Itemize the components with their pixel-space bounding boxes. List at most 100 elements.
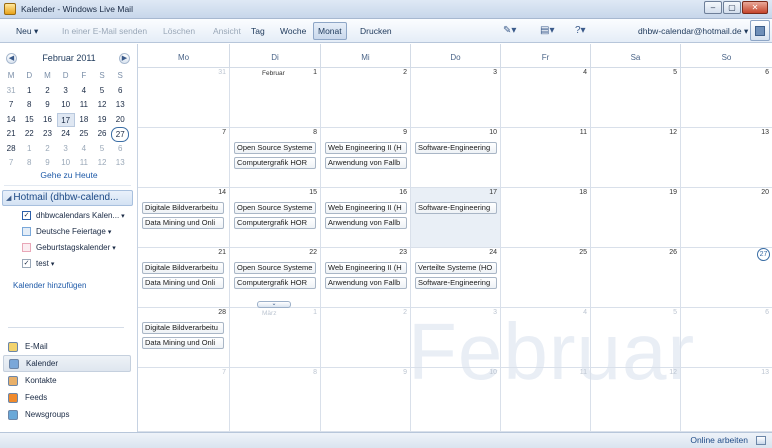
mini-day[interactable]: 12 <box>93 98 111 113</box>
day-cell[interactable]: 6 <box>680 68 772 128</box>
print-button[interactable]: Drucken <box>360 24 392 38</box>
calendar-item[interactable]: ✓ test ▾ <box>22 257 54 270</box>
mini-day[interactable]: 28 <box>2 142 20 157</box>
brush-icon[interactable]: ✎▾ <box>503 24 516 38</box>
day-cell[interactable]: 13 <box>680 128 772 188</box>
mini-day[interactable]: 21 <box>2 127 20 142</box>
calendar-event[interactable]: Computergrafik HOR <box>234 217 316 229</box>
nav-item-kalender[interactable]: Kalender <box>3 355 131 372</box>
mini-day[interactable]: 7 <box>2 156 20 171</box>
day-cell[interactable]: 10 Software-Engineering <box>410 128 500 188</box>
day-cell[interactable]: 12 <box>590 368 680 432</box>
calendar-event[interactable]: Software-Engineering <box>415 202 497 214</box>
day-cell[interactable]: 17 Software-Engineering <box>410 188 500 248</box>
day-cell[interactable]: 9 <box>320 368 410 432</box>
checkbox-checked[interactable]: ✓ <box>22 259 31 268</box>
mini-day[interactable]: 7 <box>2 98 20 113</box>
day-cell[interactable]: 25 <box>500 248 590 308</box>
checkbox[interactable] <box>22 243 31 252</box>
help-icon[interactable]: ?▾ <box>575 24 586 38</box>
mini-day[interactable]: 11 <box>75 156 93 171</box>
mini-day[interactable]: 10 <box>57 156 75 171</box>
checkbox-checked[interactable]: ✓ <box>22 211 31 220</box>
nav-item-newsgroups[interactable]: Newsgroups <box>3 406 131 423</box>
delete-button[interactable]: Löschen <box>163 24 195 38</box>
nav-item-kontakte[interactable]: Kontakte <box>3 372 131 389</box>
mini-day[interactable]: 19 <box>93 113 111 128</box>
account-menu[interactable]: dhbw-calendar@hotmail.de ▾ <box>638 24 748 38</box>
calendar-event[interactable]: Verteilte Systeme (HO <box>415 262 497 274</box>
day-cell[interactable]: 19 <box>590 188 680 248</box>
account-picture-button[interactable] <box>750 20 770 41</box>
day-cell[interactable]: 7 <box>138 368 229 432</box>
day-cell[interactable]: 16 Web Engineering II (H Anwendung von Fal… <box>320 188 410 248</box>
day-cell[interactable]: 8 <box>229 368 320 432</box>
calendar-event[interactable]: Data Mining und Onli <box>142 277 224 289</box>
mini-day[interactable]: 8 <box>20 156 38 171</box>
mini-day[interactable]: 9 <box>38 98 56 113</box>
mini-day[interactable]: 3 <box>57 142 75 157</box>
minimize-button[interactable]: – <box>704 1 722 14</box>
day-cell[interactable]: 21 Digitale Bildverarbeitu Data Mining und… <box>138 248 229 308</box>
chevron-down-icon[interactable]: ▾ <box>108 228 112 236</box>
day-cell[interactable]: 20 <box>680 188 772 248</box>
day-cell[interactable]: 22 Open Source Systeme Computergrafik HOR ⌄ <box>229 248 320 308</box>
day-cell[interactable]: 2 <box>320 308 410 368</box>
calendar-item[interactable]: Geburtstagskalender ▾ <box>22 241 116 254</box>
mini-day[interactable]: 1 <box>20 84 38 99</box>
mini-day[interactable]: 8 <box>20 98 38 113</box>
mini-day[interactable]: 9 <box>38 156 56 171</box>
go-to-today-link[interactable]: Gehe zu Heute <box>0 170 138 180</box>
calendar-event[interactable]: Anwendung von Fallb <box>325 157 407 169</box>
calendar-event[interactable]: Digitale Bildverarbeitu <box>142 322 224 334</box>
day-cell[interactable]: 9 Web Engineering II (H Anwendung von Fall… <box>320 128 410 188</box>
mini-day[interactable]: 16 <box>38 113 56 128</box>
day-cell[interactable]: 12 <box>590 128 680 188</box>
mini-day[interactable]: 23 <box>38 127 56 142</box>
account-header[interactable]: ◢ Hotmail (dhbw-calend... <box>2 190 133 206</box>
mini-day[interactable]: 10 <box>57 98 75 113</box>
more-events-button[interactable]: ⌄ <box>257 301 291 308</box>
view-button[interactable]: Ansicht <box>213 24 241 38</box>
mini-day[interactable]: 22 <box>20 127 38 142</box>
checkbox[interactable] <box>22 227 31 236</box>
mini-day[interactable]: 18 <box>75 113 93 128</box>
day-cell[interactable]: 6 <box>680 308 772 368</box>
day-cell[interactable]: 8 Open Source Systeme Computergrafik HOR <box>229 128 320 188</box>
calendar-event[interactable]: Anwendung von Fallb <box>325 277 407 289</box>
mini-day[interactable]: 4 <box>75 142 93 157</box>
day-cell[interactable]: 27 <box>680 248 772 308</box>
mini-day[interactable]: 31 <box>2 84 20 99</box>
day-cell[interactable]: 3 <box>410 68 500 128</box>
mini-day[interactable]: 5 <box>93 84 111 99</box>
day-cell[interactable]: 4 <box>500 308 590 368</box>
calendar-item[interactable]: ✓ dhbwcalendars Kalen... ▾ <box>22 209 125 222</box>
day-cell[interactable]: 4 <box>500 68 590 128</box>
day-cell[interactable]: 2 <box>320 68 410 128</box>
day-cell[interactable]: 10 <box>410 368 500 432</box>
day-cell[interactable]: 14 Digitale Bildverarbeitu Data Mining und… <box>138 188 229 248</box>
day-cell[interactable]: 13 <box>680 368 772 432</box>
next-month-icon[interactable]: ▶ <box>119 53 130 64</box>
mini-day[interactable]: 17 <box>56 112 75 127</box>
mini-day[interactable]: 27 <box>111 127 130 142</box>
mini-day[interactable]: 14 <box>2 113 20 128</box>
calendar-event[interactable]: Computergrafik HOR <box>234 157 316 169</box>
calendar-event[interactable]: Digitale Bildverarbeitu <box>142 202 224 214</box>
mini-day[interactable]: 24 <box>57 127 75 142</box>
day-cell[interactable]: 7 <box>138 128 229 188</box>
day-cell[interactable]: 1 März <box>229 308 320 368</box>
mini-day[interactable]: 3 <box>57 84 75 99</box>
mini-day[interactable]: 26 <box>93 127 111 142</box>
maximize-button[interactable]: ▢ <box>723 1 741 14</box>
new-button[interactable]: Neu ▾ <box>16 24 38 38</box>
mini-day[interactable]: 11 <box>75 98 93 113</box>
mini-day[interactable]: 4 <box>75 84 93 99</box>
day-cell[interactable]: 5 <box>590 308 680 368</box>
calendar-event[interactable]: Web Engineering II (H <box>325 262 407 274</box>
calendar-event[interactable]: Web Engineering II (H <box>325 142 407 154</box>
chevron-down-icon[interactable]: ▾ <box>112 244 116 252</box>
nav-item-email[interactable]: E-Mail <box>3 338 131 355</box>
mini-day[interactable]: 13 <box>111 98 129 113</box>
calendar-item[interactable]: Deutsche Feiertage ▾ <box>22 225 111 238</box>
